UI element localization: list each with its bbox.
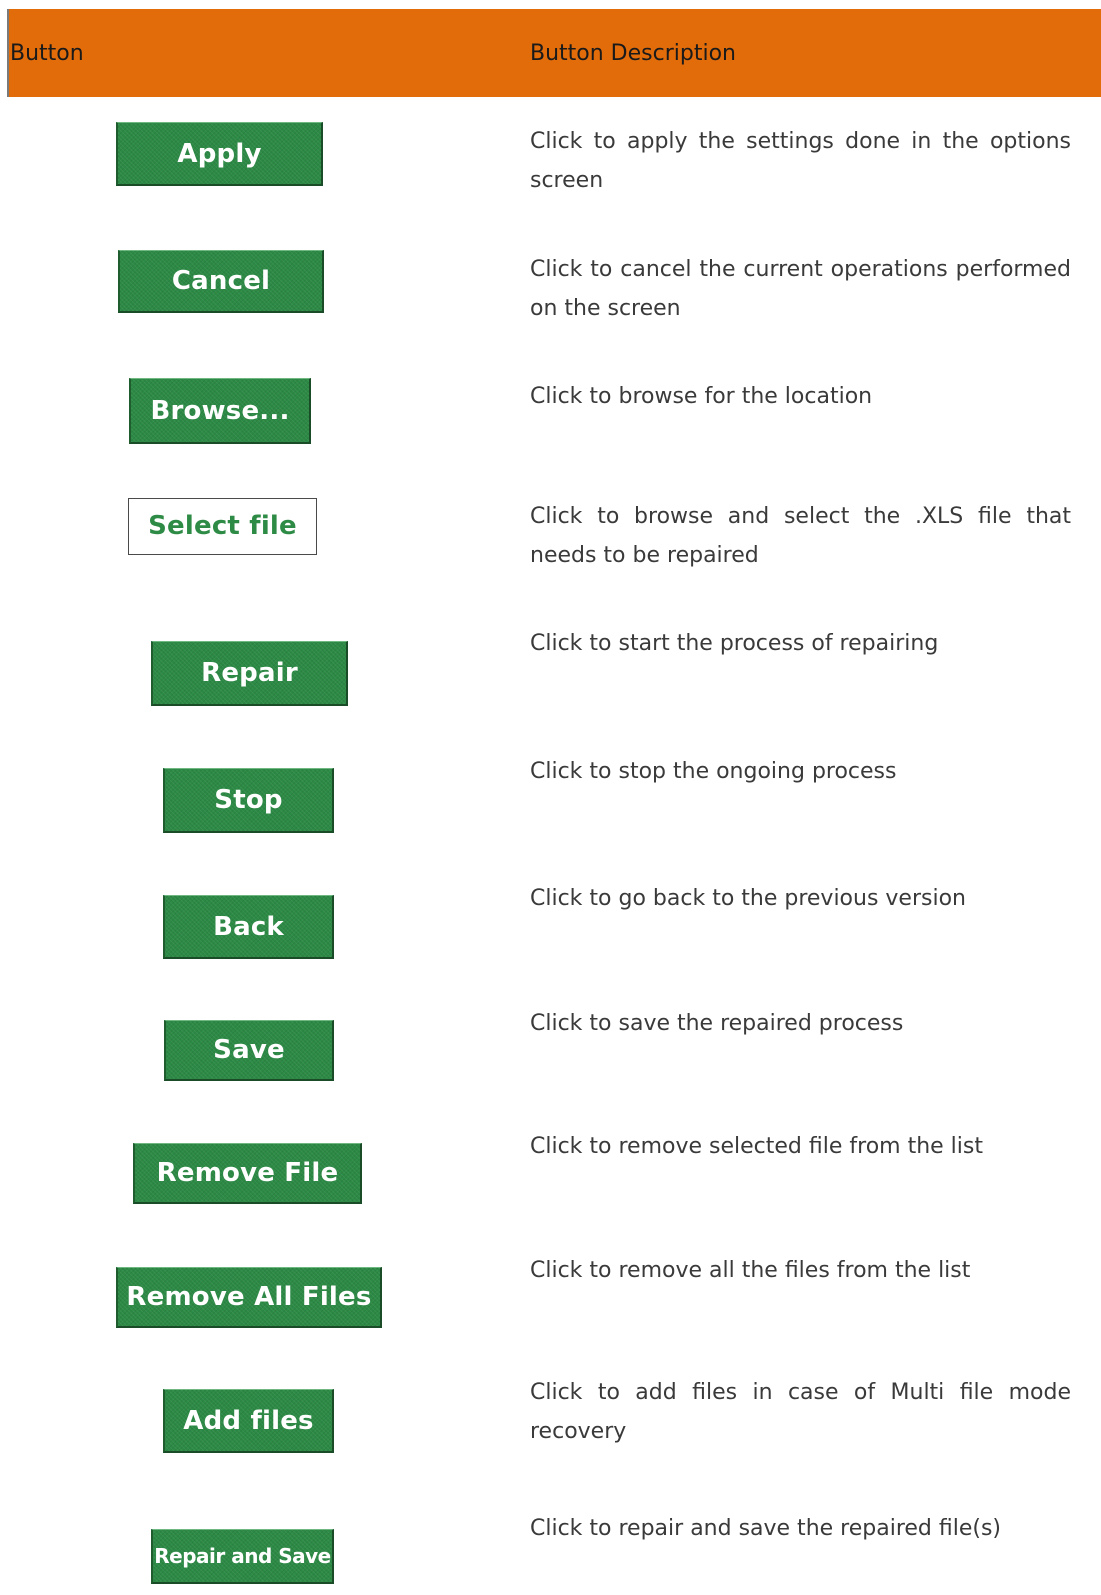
select-file-button[interactable]: Select file bbox=[128, 498, 317, 555]
back-button[interactable]: Back bbox=[163, 895, 334, 959]
header-left-border bbox=[7, 9, 9, 97]
repair-button[interactable]: Repair bbox=[151, 641, 348, 706]
remove-all-files-button[interactable]: Remove All Files bbox=[116, 1267, 382, 1328]
remove-file-description: Click to remove selected file from the l… bbox=[530, 1134, 983, 1159]
remove-file-button[interactable]: Remove File bbox=[133, 1143, 362, 1204]
browse-button[interactable]: Browse... bbox=[129, 378, 311, 444]
cancel-description: Click to cancel the current operations p… bbox=[530, 257, 1071, 321]
remove-all-files-description: Click to remove all the files from the l… bbox=[530, 1258, 971, 1283]
cancel-button[interactable]: Cancel bbox=[118, 250, 324, 313]
repair-description: Click to start the process of repairing bbox=[530, 631, 939, 656]
add-files-description: Click to add files in case of Multi file… bbox=[530, 1380, 1071, 1444]
header-button-column: Button bbox=[10, 41, 84, 66]
repair-and-save-button[interactable]: Repair and Save bbox=[151, 1529, 334, 1584]
header-description-column: Button Description bbox=[530, 41, 736, 66]
apply-description: Click to apply the settings done in the … bbox=[530, 129, 1071, 193]
browse-description: Click to browse for the location bbox=[530, 384, 873, 409]
save-button[interactable]: Save bbox=[164, 1020, 334, 1081]
stop-description: Click to stop the ongoing process bbox=[530, 759, 897, 784]
save-description: Click to save the repaired process bbox=[530, 1011, 904, 1036]
add-files-button[interactable]: Add files bbox=[163, 1389, 334, 1453]
back-description: Click to go back to the previous version bbox=[530, 886, 966, 911]
stop-button[interactable]: Stop bbox=[163, 768, 334, 833]
apply-button[interactable]: Apply bbox=[116, 122, 323, 186]
repair-and-save-description: Click to repair and save the repaired fi… bbox=[530, 1516, 1002, 1541]
select-file-description: Click to browse and select the .XLS file… bbox=[530, 504, 1071, 568]
